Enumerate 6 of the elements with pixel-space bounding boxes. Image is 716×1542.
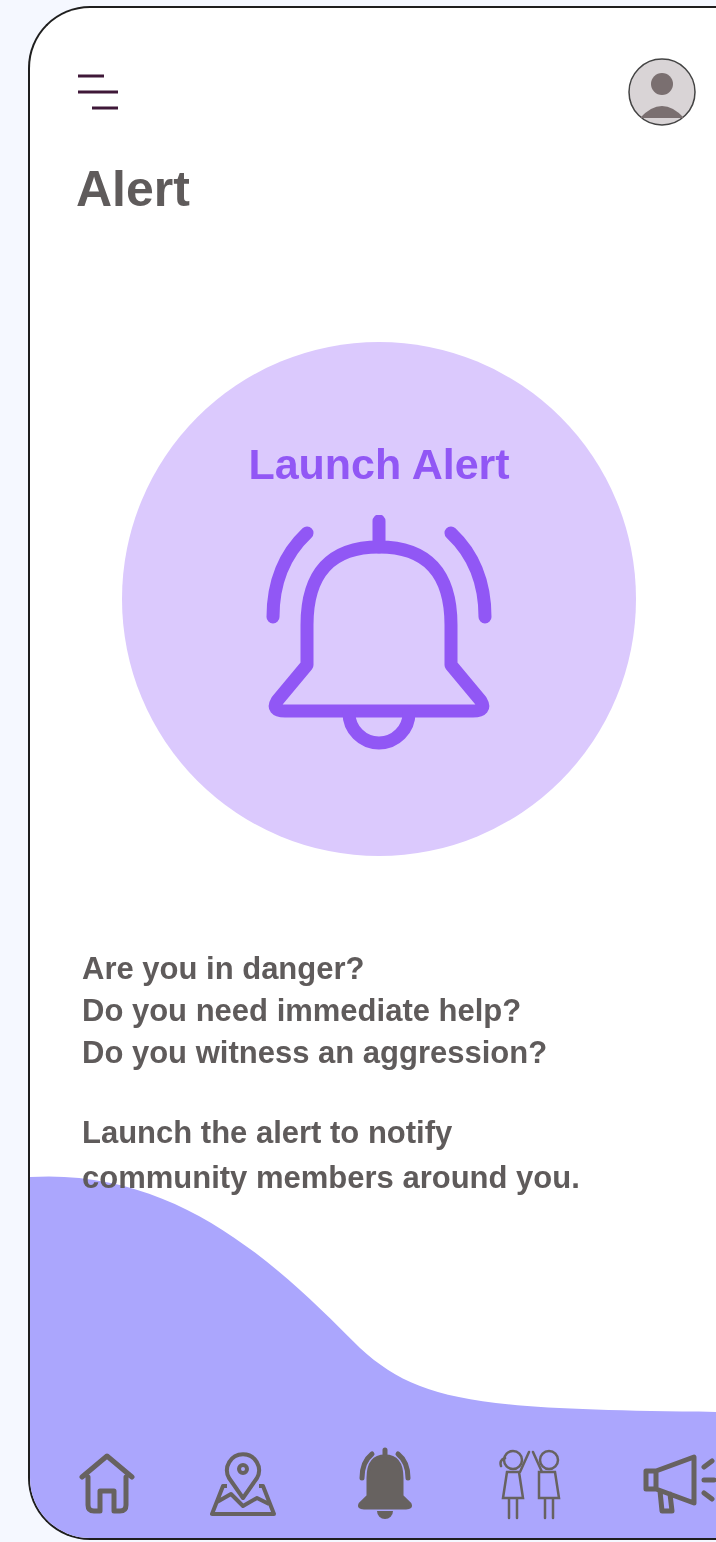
question-text: Do you witness an aggression?: [82, 1034, 549, 1072]
launch-alert-button[interactable]: Launch Alert: [122, 342, 636, 856]
question-text: Are you in danger?: [82, 950, 366, 988]
alert-description: Launch the alert to notify community members around you.: [82, 1114, 581, 1197]
question-text: Do you need immediate help?: [82, 992, 523, 1030]
page-title: Alert: [76, 164, 191, 214]
